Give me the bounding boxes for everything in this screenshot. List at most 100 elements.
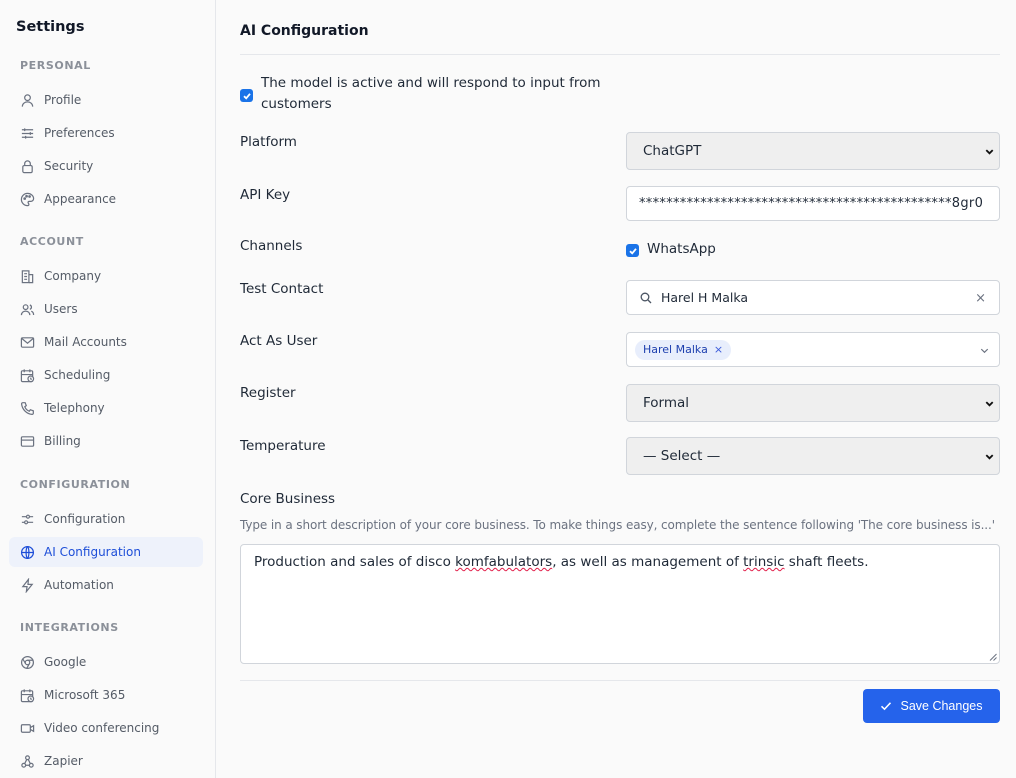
whatsapp-checkbox[interactable] [626, 244, 639, 257]
divider [240, 54, 1000, 55]
textarea-text: Production and sales of disco [254, 554, 456, 570]
building-icon [21, 269, 34, 283]
platform-select[interactable]: ChatGPT [626, 132, 1000, 170]
video-icon [20, 723, 35, 733]
sliders-icon [21, 127, 34, 139]
sidebar-item-preferences[interactable]: Preferences [9, 118, 203, 148]
sidebar-item-label: Google [44, 655, 87, 669]
sidebar-item-google[interactable]: Google [9, 647, 203, 677]
model-active-checkbox[interactable] [240, 89, 253, 102]
toggles-icon [21, 514, 34, 524]
sidebar-item-video-conferencing[interactable]: Video conferencing [9, 713, 203, 743]
sidebar-item-label: Profile [44, 93, 82, 107]
sidebar-item-label: Microsoft 365 [44, 688, 126, 702]
phone-icon [20, 401, 34, 415]
sidebar-item-label: Users [44, 302, 78, 316]
lightning-icon [21, 577, 34, 593]
act-as-user-select[interactable]: Harel Malka × [626, 332, 1000, 367]
temperature-label: Temperature [240, 438, 326, 454]
test-contact-value: Harel H Malka [661, 290, 749, 305]
section-configuration: CONFIGURATION [20, 478, 131, 491]
settings-sidebar: Settings PERSONAL Profile Preferences Se… [0, 0, 216, 778]
core-business-label: Core Business [240, 491, 336, 507]
check-icon [881, 702, 892, 711]
sidebar-title: Settings [16, 19, 85, 35]
search-icon [640, 292, 652, 303]
test-contact-search[interactable]: Harel H Malka × [626, 280, 1000, 315]
save-changes-button[interactable]: Save Changes [863, 689, 1000, 723]
credit-card-icon [20, 435, 35, 447]
sidebar-item-configuration[interactable]: Configuration [9, 504, 203, 534]
chevron-down-icon [985, 454, 994, 460]
chevron-down-icon [985, 149, 994, 155]
misspelled-word: trinsic [743, 554, 785, 570]
sidebar-item-label: Billing [44, 434, 81, 448]
textarea-text: , as well as management of [552, 554, 744, 570]
core-business-textarea[interactable]: Production and sales of disco komfabulat… [240, 544, 1000, 664]
palette-icon [20, 192, 35, 206]
sidebar-item-mail-accounts[interactable]: Mail Accounts [9, 327, 203, 357]
sidebar-item-users[interactable]: Users [9, 294, 203, 324]
sidebar-item-company[interactable]: Company [9, 261, 203, 291]
sidebar-item-label: Security [44, 159, 94, 173]
platform-value: ChatGPT [643, 143, 702, 159]
sidebar-item-appearance[interactable]: Appearance [9, 184, 203, 214]
sidebar-item-billing[interactable]: Billing [9, 426, 203, 456]
api-key-input[interactable]: ****************************************… [626, 186, 1000, 221]
core-business-help: Type in a short description of your core… [240, 518, 995, 532]
temperature-value: — Select — [643, 448, 721, 464]
register-select[interactable]: Formal [626, 384, 1000, 422]
sidebar-item-label: AI Configuration [44, 545, 141, 559]
sidebar-item-ai-configuration[interactable]: AI Configuration [9, 537, 203, 567]
sidebar-item-zapier[interactable]: Zapier [9, 746, 203, 776]
webhook-icon [21, 754, 34, 768]
test-contact-label: Test Contact [240, 281, 324, 297]
sidebar-item-microsoft-365[interactable]: Microsoft 365 [9, 680, 203, 710]
user-tag-label: Harel Malka [643, 343, 708, 356]
sidebar-item-security[interactable]: Security [9, 151, 203, 181]
sidebar-item-scheduling[interactable]: Scheduling [9, 360, 203, 390]
mail-icon [20, 336, 35, 348]
channels-label: Channels [240, 238, 303, 254]
act-as-user-label: Act As User [240, 333, 318, 349]
temperature-select[interactable]: — Select — [626, 437, 1000, 475]
page-title: AI Configuration [240, 23, 369, 39]
section-account: ACCOUNT [20, 235, 84, 248]
sidebar-item-automation[interactable]: Automation [9, 570, 203, 600]
calendar-clock-icon [20, 368, 35, 382]
model-active-label: The model is active and will respond to … [261, 75, 601, 112]
user-icon [21, 93, 34, 107]
sidebar-item-label: Appearance [44, 192, 117, 206]
sidebar-item-label: Video conferencing [44, 721, 160, 735]
users-icon [20, 303, 35, 315]
clear-icon[interactable]: × [975, 291, 986, 306]
resize-handle-icon[interactable] [989, 653, 997, 661]
register-label: Register [240, 385, 296, 401]
sidebar-item-telephony[interactable]: Telephony [9, 393, 203, 423]
chrome-icon [20, 655, 35, 669]
sidebar-item-label: Configuration [44, 512, 126, 526]
section-personal: PERSONAL [20, 59, 91, 72]
sidebar-item-label: Scheduling [44, 368, 111, 382]
sidebar-item-profile[interactable]: Profile [9, 85, 203, 115]
register-value: Formal [643, 395, 690, 411]
platform-label: Platform [240, 134, 297, 150]
textarea-text: shaft fleets. [784, 554, 869, 570]
sidebar-item-label: Company [44, 269, 102, 283]
misspelled-word: komfabulators [455, 554, 553, 570]
chevron-down-icon [985, 401, 994, 407]
api-key-label: API Key [240, 187, 291, 203]
ai-configuration-panel: AI Configuration The model is active and… [240, 0, 1000, 778]
sidebar-item-label: Automation [44, 578, 114, 592]
sidebar-item-label: Telephony [44, 401, 105, 415]
divider [240, 680, 1000, 681]
check-icon [628, 247, 637, 255]
section-integrations: INTEGRATIONS [20, 621, 119, 634]
check-icon [242, 92, 251, 100]
remove-tag-icon[interactable]: × [714, 343, 723, 356]
sidebar-item-label: Preferences [44, 126, 115, 140]
globe-icon [20, 545, 35, 559]
chevron-down-icon[interactable] [979, 345, 990, 356]
whatsapp-label: WhatsApp [647, 241, 716, 257]
sidebar-item-label: Zapier [44, 754, 83, 768]
